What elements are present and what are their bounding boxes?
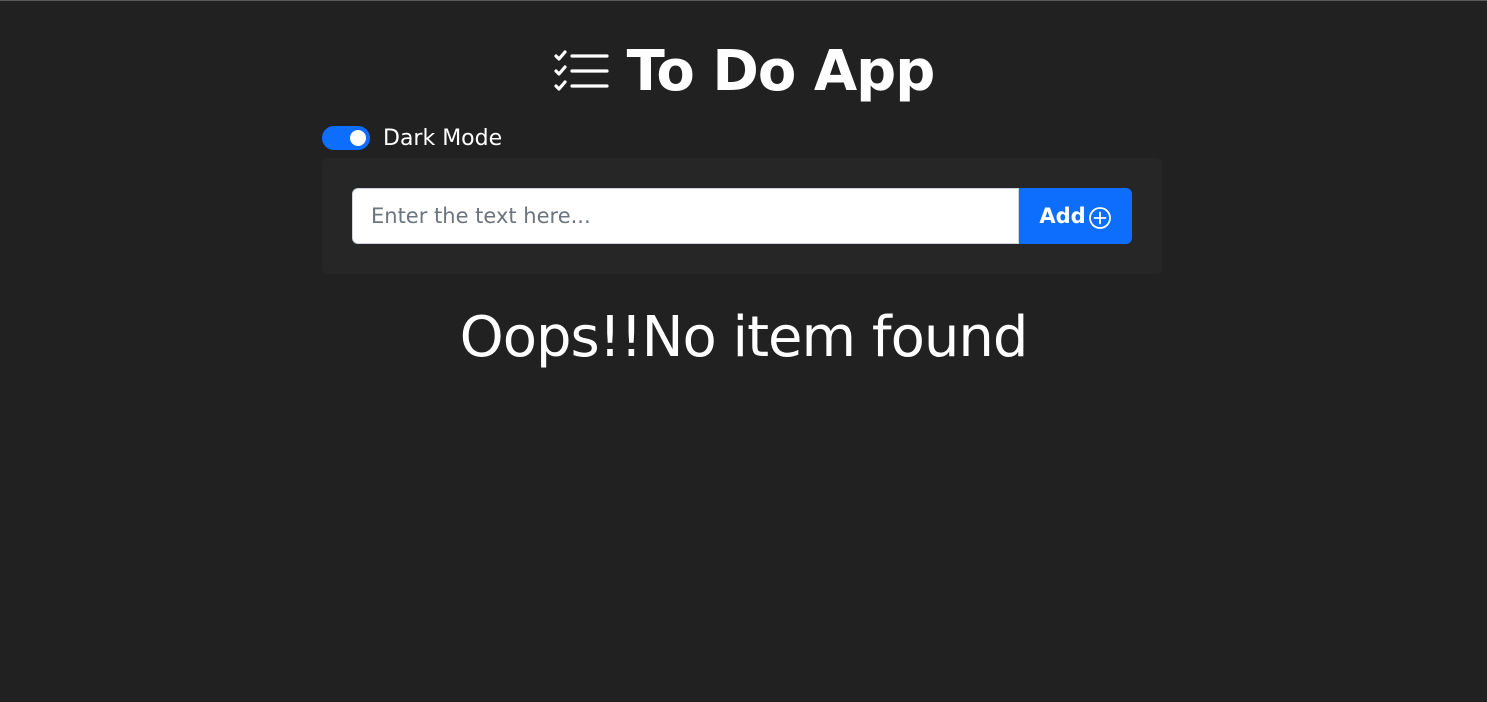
todo-input-group: Add: [352, 188, 1132, 244]
page-title: To Do App: [626, 39, 936, 104]
app-header: To Do App: [0, 36, 1487, 108]
dark-mode-toggle[interactable]: Dark Mode: [322, 124, 502, 152]
empty-state-message: Oops!!No item found: [459, 305, 1029, 370]
plus-circle-icon: [1088, 206, 1112, 230]
checklist-icon: [553, 50, 609, 94]
switch-knob: [350, 130, 366, 146]
dark-mode-label[interactable]: Dark Mode: [383, 126, 502, 151]
todo-text-input[interactable]: [352, 188, 1019, 244]
todo-form-card: Add: [322, 158, 1162, 274]
dark-mode-switch[interactable]: [322, 126, 370, 150]
add-button[interactable]: Add: [1019, 188, 1132, 244]
add-button-label: Add: [1039, 204, 1086, 228]
window-top-border: [0, 0, 1487, 1]
